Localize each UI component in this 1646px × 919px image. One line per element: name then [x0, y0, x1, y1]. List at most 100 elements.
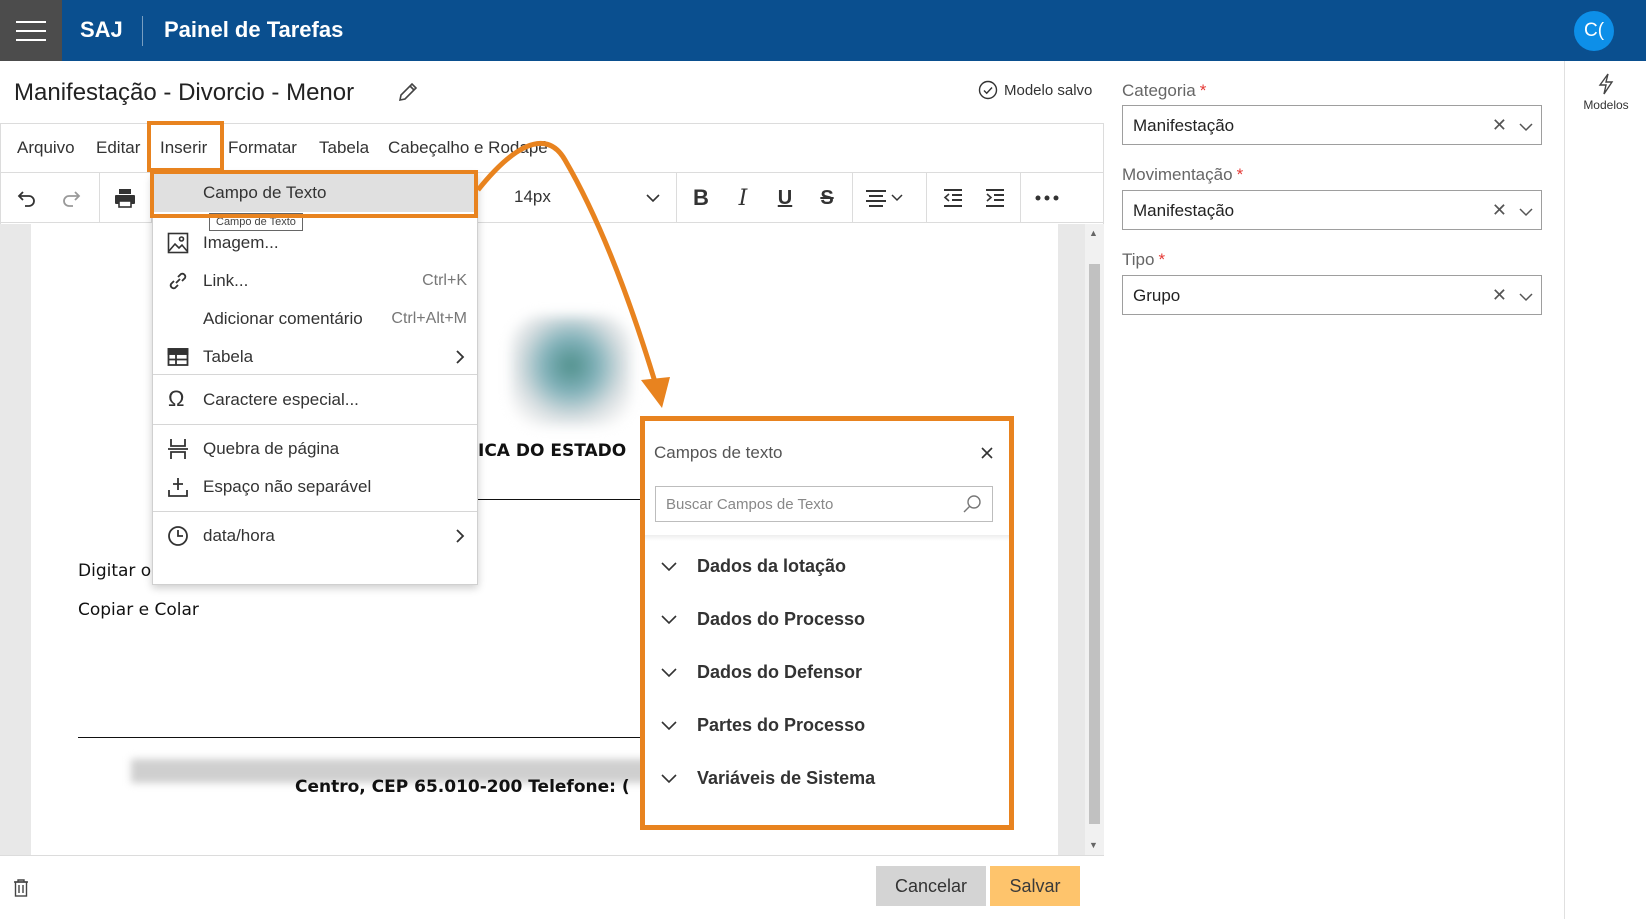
- align-icon[interactable]: [864, 183, 906, 213]
- chevron-down-icon[interactable]: [1519, 119, 1533, 133]
- menu-item-imagem[interactable]: Imagem...: [153, 224, 477, 262]
- tipo-select[interactable]: Grupo ✕: [1122, 275, 1542, 315]
- redo-icon[interactable]: [56, 183, 86, 213]
- clear-icon[interactable]: ✕: [1492, 200, 1507, 221]
- check-circle-icon: [978, 80, 998, 100]
- document-rule: [78, 737, 678, 738]
- movimentacao-value: Manifestação: [1133, 201, 1235, 220]
- more-options-icon[interactable]: [1032, 183, 1062, 213]
- menu-cabecalho-rodape[interactable]: Cabeçalho e Rodapé: [388, 138, 548, 158]
- clear-icon[interactable]: ✕: [1492, 115, 1507, 136]
- save-button[interactable]: Salvar: [990, 866, 1080, 906]
- footer-bar: Cancelar Salvar: [0, 856, 1564, 919]
- menu-item-quebra-de-pagina[interactable]: Quebra de página: [153, 430, 477, 468]
- top-bar: SAJ Painel de Tarefas C(: [0, 0, 1646, 61]
- cancel-button[interactable]: Cancelar: [876, 866, 986, 906]
- document-properties-form: Categoria * Manifestação ✕ Movimentação * …: [1104, 61, 1564, 919]
- brand-logo[interactable]: SAJ: [80, 17, 123, 43]
- search-icon: [962, 494, 982, 514]
- campos-de-texto-panel: Campos de texto Buscar Campos de Texto D…: [640, 416, 1014, 830]
- document-footer-line: Centro, CEP 65.010-200 Telefone: (: [295, 777, 630, 797]
- toolbar-separator: [1020, 173, 1021, 223]
- menu-separator: [153, 424, 477, 425]
- menu-item-label: Adicionar comentário: [203, 309, 363, 328]
- menu-item-label: Tabela: [203, 347, 254, 366]
- menu-arquivo[interactable]: Arquivo: [17, 138, 75, 158]
- hamburger-menu-button[interactable]: [0, 0, 62, 61]
- chevron-down-icon: [661, 719, 677, 731]
- document-heading-fragment: ICA DO ESTADO: [478, 441, 627, 461]
- undo-icon[interactable]: [12, 183, 42, 213]
- campos-group-label: Dados da lotação: [697, 556, 847, 576]
- campos-group-label: Dados do Processo: [697, 609, 866, 629]
- categoria-select[interactable]: Manifestação ✕: [1122, 105, 1542, 145]
- table-icon: [167, 346, 189, 368]
- campos-group-label: Variáveis de Sistema: [697, 768, 876, 788]
- campos-group-partes-do-processo[interactable]: Partes do Processo: [655, 711, 985, 741]
- outdent-icon[interactable]: [938, 183, 968, 213]
- menu-item-data-hora[interactable]: data/hora: [153, 517, 477, 555]
- menu-item-label: Link...: [203, 271, 249, 290]
- menu-tabela[interactable]: Tabela: [319, 138, 369, 158]
- menu-item-label: Espaço não separável: [203, 477, 372, 496]
- scrollbar-thumb[interactable]: [1089, 264, 1100, 824]
- user-avatar[interactable]: C(: [1574, 11, 1614, 51]
- image-icon: [167, 232, 189, 254]
- chevron-down-icon: [661, 613, 677, 625]
- campos-divider: [645, 535, 1009, 541]
- scroll-down-arrow-icon[interactable]: ▼: [1089, 840, 1098, 850]
- rail-modelos-label: Modelos: [1583, 98, 1629, 112]
- page-break-icon: [167, 438, 189, 460]
- campos-search-input[interactable]: Buscar Campos de Texto: [655, 486, 993, 522]
- scroll-up-arrow-icon[interactable]: ▲: [1089, 228, 1098, 238]
- campos-group-dados-da-lotacao[interactable]: Dados da lotação: [655, 552, 985, 582]
- menu-item-label: Imagem...: [203, 233, 279, 252]
- campos-group-dados-do-defensor[interactable]: Dados do Defensor: [655, 658, 985, 688]
- insert-dropdown-menu: Campo de Texto Imagem... Link... Ctrl+K …: [152, 173, 478, 585]
- campos-group-label: Dados do Defensor: [697, 662, 863, 682]
- indent-icon[interactable]: [980, 183, 1010, 213]
- rail-modelos-button[interactable]: Modelos: [1565, 73, 1646, 112]
- print-icon[interactable]: [110, 183, 140, 213]
- chevron-down-icon[interactable]: [1519, 204, 1533, 218]
- trash-icon[interactable]: [12, 878, 30, 898]
- menu-item-adicionar-comentario[interactable]: Adicionar comentário Ctrl+Alt+M: [153, 300, 477, 338]
- campos-group-label: Partes do Processo: [697, 715, 866, 735]
- document-scrollbar[interactable]: ▲ ▼: [1085, 224, 1104, 855]
- document-line-copiar: Copiar e Colar: [78, 600, 199, 620]
- save-status-label: Modelo salvo: [1004, 81, 1093, 99]
- categoria-value: Manifestação: [1133, 116, 1235, 135]
- font-size-select[interactable]: 14px: [514, 187, 551, 207]
- campos-group-variaveis-de-sistema[interactable]: Variáveis de Sistema: [655, 764, 985, 794]
- chevron-down-icon[interactable]: [1519, 289, 1533, 303]
- movimentacao-select[interactable]: Manifestação ✕: [1122, 190, 1542, 230]
- close-icon[interactable]: [979, 445, 995, 461]
- menu-separator: [153, 374, 477, 375]
- tipo-value: Grupo: [1133, 286, 1181, 305]
- clock-icon: [167, 525, 189, 547]
- campos-group-dados-do-processo[interactable]: Dados do Processo: [655, 605, 985, 635]
- chevron-down-icon: [661, 666, 677, 678]
- strikethrough-icon[interactable]: S: [812, 183, 842, 213]
- hamburger-icon: [16, 20, 46, 41]
- search-placeholder: Buscar Campos de Texto: [666, 496, 834, 513]
- menu-editar[interactable]: Editar: [96, 138, 140, 158]
- brand-divider: [142, 16, 143, 46]
- menu-formatar[interactable]: Formatar: [228, 138, 297, 158]
- campos-panel-title: Campos de texto: [654, 443, 783, 462]
- chevron-right-icon: [455, 350, 465, 364]
- toolbar-separator: [852, 173, 853, 223]
- clear-icon[interactable]: ✕: [1492, 285, 1507, 306]
- menu-item-caractere-especial[interactable]: Ω Caractere especial...: [153, 381, 477, 419]
- italic-icon[interactable]: I: [728, 183, 758, 213]
- highlight-campo-de-texto: [150, 170, 478, 218]
- menu-item-espaco-nao-separavel[interactable]: Espaço não separável: [153, 468, 477, 506]
- underline-icon[interactable]: U: [770, 183, 800, 213]
- chevron-down-icon: [661, 560, 677, 572]
- menu-item-tabela[interactable]: Tabela: [153, 338, 477, 376]
- save-status: Modelo salvo: [978, 80, 1092, 100]
- bold-icon[interactable]: B: [686, 183, 716, 213]
- chevron-down-icon[interactable]: [638, 183, 668, 213]
- menu-item-link[interactable]: Link... Ctrl+K: [153, 262, 477, 300]
- pencil-icon[interactable]: [396, 80, 420, 104]
